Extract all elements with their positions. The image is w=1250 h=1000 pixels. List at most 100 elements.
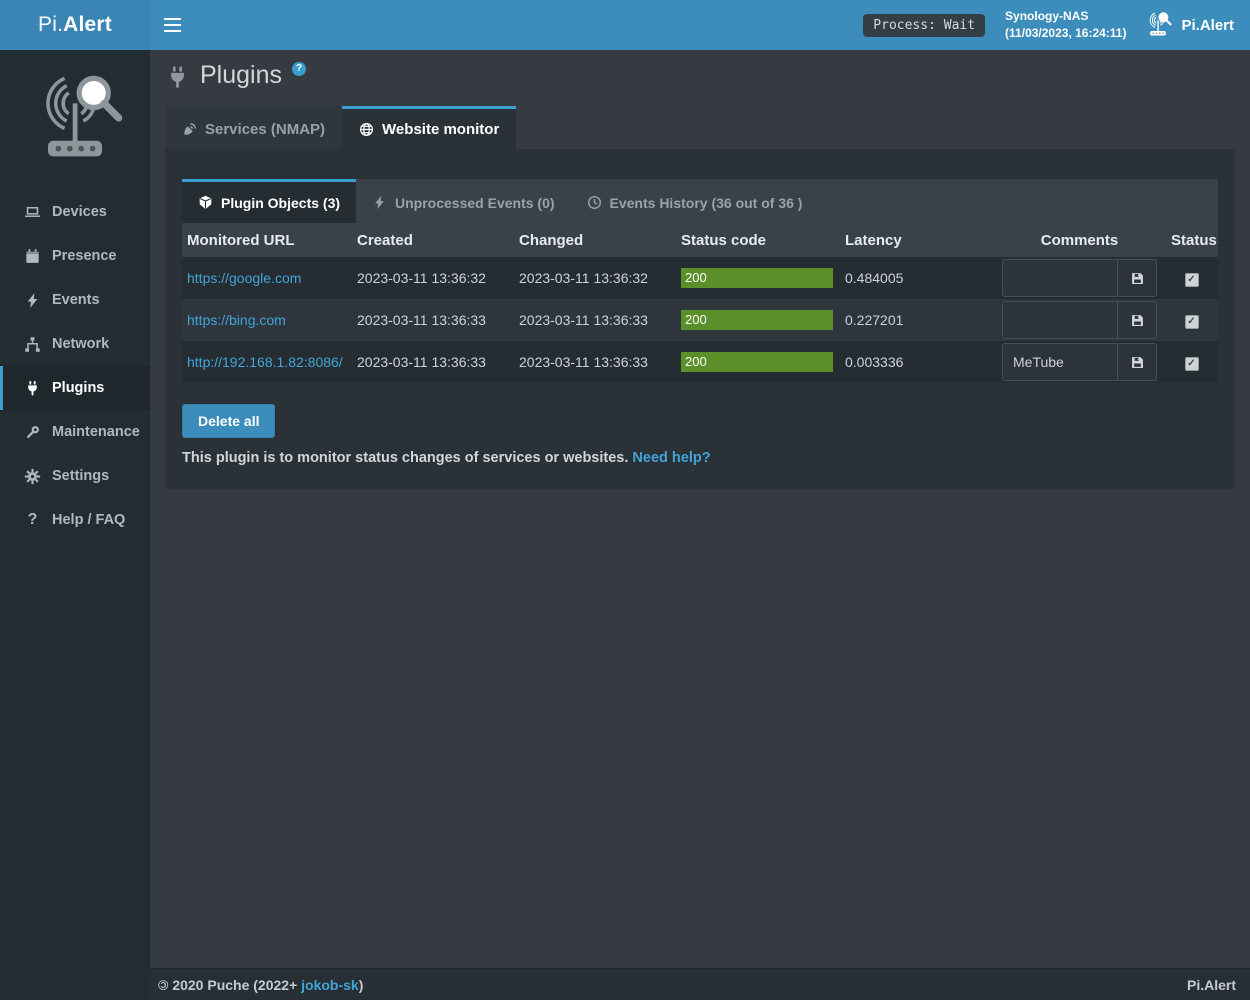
- sidebar-item-settings[interactable]: Settings: [0, 454, 150, 498]
- footer: ©2020 Puche (2022+ jokob-sk) Pi.Alert: [150, 968, 1250, 1000]
- hamburger-menu-icon[interactable]: [150, 0, 195, 50]
- tab-label: Services (NMAP): [205, 121, 325, 138]
- table-header-row: Monitored URL Created Changed Status cod…: [182, 223, 1218, 257]
- comment-control: [999, 343, 1160, 381]
- wrench-icon: [24, 424, 41, 441]
- floppy-save-icon: [1130, 355, 1145, 370]
- sitemap-icon: [24, 336, 41, 353]
- sidebar-item-plugins[interactable]: Plugins: [0, 366, 150, 410]
- page-title: Plugins ?: [165, 61, 1235, 90]
- sidebar-item-label: Events: [52, 292, 100, 308]
- save-comment-button[interactable]: [1117, 301, 1157, 339]
- need-help-link[interactable]: Need help?: [632, 450, 710, 466]
- sidebar-menu: Devices Presence Events Network Plugins …: [0, 190, 150, 542]
- pialert-logo-icon: [1142, 10, 1174, 40]
- sidebar-item-label: Settings: [52, 468, 109, 484]
- sidebar-item-events[interactable]: Events: [0, 278, 150, 322]
- plugin-description: This plugin is to monitor status changes…: [182, 450, 1218, 466]
- brand-alert: Alert: [63, 13, 112, 37]
- subtab-label: Plugin Objects (3): [221, 195, 340, 211]
- bolt-icon: [24, 292, 41, 309]
- bolt-icon: [372, 195, 387, 210]
- table-row: http://192.168.1.82:8086/ 2023-03-11 13:…: [182, 341, 1218, 383]
- floppy-save-icon: [1130, 271, 1145, 286]
- delete-all-button[interactable]: Delete all: [182, 404, 275, 438]
- comment-input[interactable]: [1002, 343, 1117, 381]
- title-help-badge[interactable]: ?: [292, 62, 306, 76]
- footer-app-name: Pi.Alert: [1187, 977, 1236, 993]
- question-icon: ?: [24, 511, 41, 529]
- laptop-icon: [24, 204, 41, 221]
- created-value: 2023-03-11 13:36:33: [357, 354, 486, 370]
- jokob-sk-link[interactable]: jokob-sk: [301, 977, 359, 993]
- pialert-logo: [23, 68, 127, 172]
- clock-icon: [587, 195, 602, 210]
- sidebar-item-presence[interactable]: Presence: [0, 234, 150, 278]
- monitored-url-link[interactable]: http://192.168.1.82:8086/: [187, 354, 343, 370]
- changed-value: 2023-03-11 13:36:33: [519, 312, 648, 328]
- created-value: 2023-03-11 13:36:32: [357, 270, 486, 286]
- status-checkbox[interactable]: ✓: [1185, 315, 1199, 329]
- sidebar-item-label: Network: [52, 336, 109, 352]
- process-status-badge: Process: Wait: [863, 14, 985, 37]
- latency-value: 0.003336: [845, 354, 903, 370]
- subtab-unprocessed-events[interactable]: Unprocessed Events (0): [356, 179, 571, 223]
- col-status-code: Status code: [676, 223, 840, 257]
- plugin-tabs: Services (NMAP) Website monitor: [165, 106, 1235, 149]
- app-name: Pi.Alert: [1181, 17, 1234, 34]
- sidebar-logo: [0, 50, 150, 190]
- status-checkbox[interactable]: ✓: [1185, 273, 1199, 287]
- copyleft-icon: ©: [158, 977, 168, 993]
- floppy-save-icon: [1130, 313, 1145, 328]
- save-comment-button[interactable]: [1117, 259, 1157, 297]
- status-code-bar: 200: [681, 310, 833, 330]
- monitored-url-link[interactable]: https://google.com: [187, 270, 301, 286]
- changed-value: 2023-03-11 13:36:32: [519, 270, 648, 286]
- subtab-label: Unprocessed Events (0): [395, 195, 555, 211]
- credit-close: ): [359, 977, 364, 993]
- col-status: Status: [1166, 223, 1218, 257]
- tab-services-nmap[interactable]: Services (NMAP): [165, 106, 342, 149]
- comment-input[interactable]: [1002, 259, 1117, 297]
- sidebar-item-devices[interactable]: Devices: [0, 190, 150, 234]
- sub-tabs: Plugin Objects (3) Unprocessed Events (0…: [182, 179, 1218, 223]
- status-code-bar: 200: [681, 352, 833, 372]
- table-row: https://google.com 2023-03-11 13:36:32 2…: [182, 257, 1218, 299]
- calendar-icon: [24, 248, 41, 265]
- comment-control: [999, 259, 1160, 297]
- latency-value: 0.227201: [845, 312, 903, 328]
- sidebar-item-help-faq[interactable]: ? Help / FAQ: [0, 498, 150, 542]
- gear-icon: [24, 468, 41, 485]
- table-row: https://bing.com 2023-03-11 13:36:33 202…: [182, 299, 1218, 341]
- monitored-url-link[interactable]: https://bing.com: [187, 312, 286, 328]
- subtab-events-history[interactable]: Events History (36 out of 36 ): [571, 179, 819, 223]
- col-latency: Latency: [840, 223, 994, 257]
- tab-website-monitor[interactable]: Website monitor: [342, 106, 516, 149]
- col-comments: Comments: [994, 223, 1166, 257]
- device-name: Synology-NAS: [1005, 8, 1126, 25]
- sidebar-item-network[interactable]: Network: [0, 322, 150, 366]
- footer-credit: ©2020 Puche (2022+ jokob-sk): [158, 977, 363, 993]
- sidebar-item-label: Maintenance: [52, 424, 140, 440]
- plug-icon: [24, 380, 41, 397]
- credit-text: 2020 Puche (2022+: [172, 977, 297, 993]
- changed-value: 2023-03-11 13:36:33: [519, 354, 648, 370]
- check-icon: ✓: [1187, 316, 1195, 327]
- brand-pi: Pi.: [38, 13, 63, 37]
- col-created: Created: [352, 223, 514, 257]
- tab-label: Website monitor: [382, 121, 499, 138]
- brand-logo[interactable]: Pi.Alert: [0, 0, 150, 50]
- status-code-bar: 200: [681, 268, 833, 288]
- sidebar: Devices Presence Events Network Plugins …: [0, 50, 150, 1000]
- navbar-right: Process: Wait Synology-NAS (11/03/2023, …: [863, 8, 1250, 42]
- save-comment-button[interactable]: [1117, 343, 1157, 381]
- plugin-objects-table: Monitored URL Created Changed Status cod…: [182, 223, 1218, 383]
- status-checkbox[interactable]: ✓: [1185, 357, 1199, 371]
- subtab-plugin-objects[interactable]: Plugin Objects (3): [182, 179, 356, 223]
- sidebar-item-maintenance[interactable]: Maintenance: [0, 410, 150, 454]
- description-text: This plugin is to monitor status changes…: [182, 450, 628, 466]
- created-value: 2023-03-11 13:36:33: [357, 312, 486, 328]
- comment-input[interactable]: [1002, 301, 1117, 339]
- top-navbar: Pi.Alert Process: Wait Synology-NAS (11/…: [0, 0, 1250, 50]
- comment-control: [999, 301, 1160, 339]
